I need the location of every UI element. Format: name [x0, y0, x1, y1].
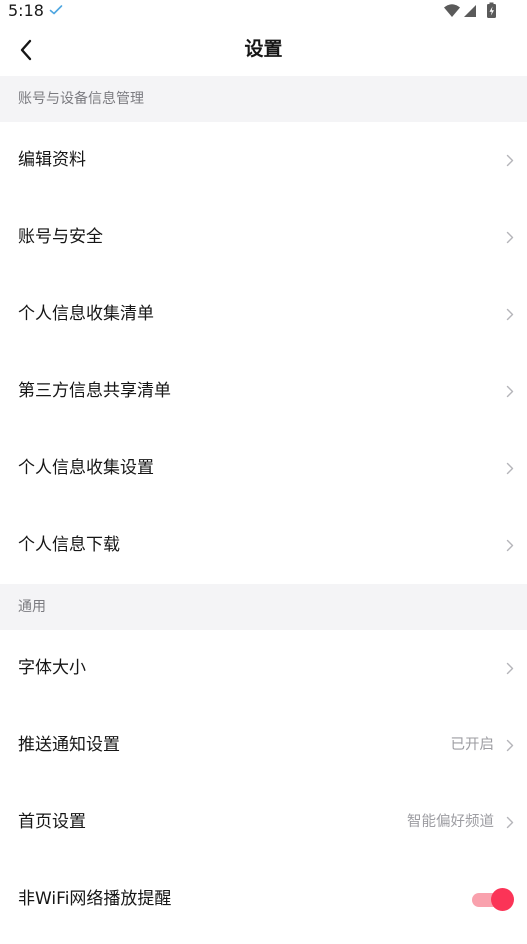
chevron-right-icon: [506, 308, 514, 321]
battery-charging-icon: [487, 2, 496, 18]
row-value: 智能偏好频道: [407, 814, 494, 830]
row-label: 非WiFi网络播放提醒: [18, 889, 172, 909]
chevron-right-icon: [506, 816, 514, 829]
signal-icon: [464, 5, 476, 17]
settings-row-personal-info-list[interactable]: 个人信息收集清单: [0, 276, 527, 353]
row-label: 第三方信息共享清单: [18, 381, 171, 401]
status-time: 5:18: [8, 1, 44, 20]
chevron-right-icon: [506, 154, 514, 167]
chevron-right-icon: [506, 462, 514, 475]
settings-row-account-security[interactable]: 账号与安全: [0, 199, 527, 276]
section-header-general: 通用: [0, 584, 527, 630]
status-bar: 5:18: [0, 0, 527, 24]
settings-row-info-download[interactable]: 个人信息下载: [0, 507, 527, 584]
row-label: 推送通知设置: [18, 735, 120, 755]
non-wifi-reminder-toggle[interactable]: [472, 887, 514, 911]
settings-row-collection-settings[interactable]: 个人信息收集设置: [0, 430, 527, 507]
chevron-right-icon: [506, 231, 514, 244]
settings-row-third-party-sharing[interactable]: 第三方信息共享清单: [0, 353, 527, 430]
toggle-thumb: [491, 888, 514, 911]
page-title: 设置: [244, 38, 283, 60]
row-label: 个人信息收集设置: [18, 458, 154, 478]
row-label: 个人信息下载: [18, 535, 120, 555]
row-label: 编辑资料: [18, 150, 86, 170]
settings-row-home-settings[interactable]: 首页设置 智能偏好频道: [0, 784, 527, 861]
row-label: 字体大小: [18, 658, 86, 678]
row-label: 个人信息收集清单: [18, 304, 154, 324]
section-title: 账号与设备信息管理: [18, 91, 144, 107]
wifi-icon: [444, 4, 460, 17]
row-label: 首页设置: [18, 812, 86, 832]
row-value: 已开启: [450, 737, 495, 753]
chevron-right-icon: [506, 662, 514, 675]
settings-row-push-notifications[interactable]: 推送通知设置 已开启: [0, 707, 527, 784]
section-header-account: 账号与设备信息管理: [0, 76, 527, 122]
status-icons: [444, 2, 496, 18]
chevron-right-icon: [506, 539, 514, 552]
chevron-right-icon: [506, 385, 514, 398]
header: 设置: [0, 24, 527, 77]
chevron-right-icon: [506, 739, 514, 752]
settings-row-font-size[interactable]: 字体大小: [0, 630, 527, 707]
row-label: 账号与安全: [18, 227, 103, 247]
section-title: 通用: [18, 599, 46, 615]
check-icon: [49, 5, 63, 15]
settings-row-edit-profile[interactable]: 编辑资料: [0, 122, 527, 199]
settings-row-non-wifi-reminder: 非WiFi网络播放提醒: [0, 861, 527, 938]
